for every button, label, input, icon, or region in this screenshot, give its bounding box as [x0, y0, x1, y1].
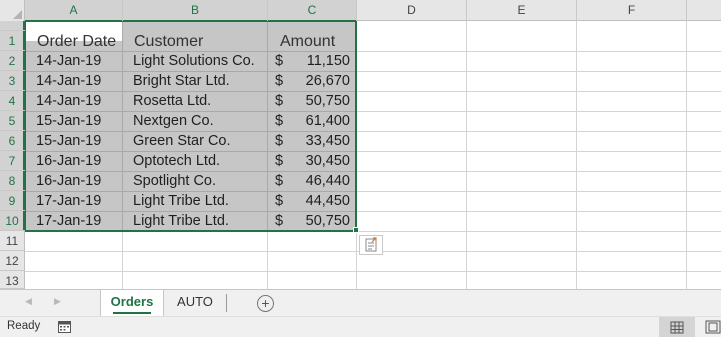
row-header-6[interactable]: 6: [0, 131, 25, 151]
fill-handle[interactable]: [353, 227, 359, 233]
sheet-tab-bar: ◀ ▶ Orders AUTO +: [0, 289, 721, 316]
normal-view-button[interactable]: [659, 317, 695, 337]
quick-analysis-icon: [365, 237, 377, 252]
column-header-d[interactable]: D: [357, 0, 467, 21]
status-ready-text: Ready: [7, 320, 41, 332]
macro-recording-icon[interactable]: [58, 321, 71, 333]
gridline: [686, 21, 687, 289]
row-header-10[interactable]: 10: [0, 211, 25, 231]
row-header-5[interactable]: 5: [0, 111, 25, 131]
gridline: [25, 271, 721, 272]
row-header-9[interactable]: 9: [0, 191, 25, 211]
row-header-8[interactable]: 8: [0, 171, 25, 191]
add-sheet-button[interactable]: +: [257, 295, 274, 312]
row-header-7[interactable]: 7: [0, 151, 25, 171]
plus-icon: +: [261, 295, 270, 311]
select-all-button[interactable]: [0, 0, 25, 21]
row-header-12[interactable]: 12: [0, 251, 25, 271]
scroll-left-icon[interactable]: ◀: [25, 296, 32, 307]
row-header-2[interactable]: 2: [0, 51, 25, 71]
select-all-triangle-icon: [13, 10, 22, 19]
scroll-right-icon[interactable]: ▶: [54, 296, 61, 307]
cell-grid[interactable]: Order Date Customer Amount 14-Jan-19 Lig…: [25, 21, 721, 289]
row-header-1-top: [0, 21, 25, 31]
row-header-4[interactable]: 4: [0, 91, 25, 111]
row-header-11[interactable]: 11: [0, 231, 25, 251]
row-header-3[interactable]: 3: [0, 71, 25, 91]
quick-analysis-button[interactable]: [359, 235, 383, 255]
selection-border: [25, 21, 357, 232]
column-header-c[interactable]: C: [268, 0, 357, 22]
status-bar: Ready: [0, 316, 721, 337]
column-header-a[interactable]: A: [25, 0, 123, 22]
row-header-1[interactable]: 1: [0, 31, 25, 51]
gridline: [576, 21, 577, 289]
normal-view-icon: [670, 321, 684, 334]
sheet-tab-auto[interactable]: AUTO: [166, 290, 224, 316]
column-header-bar: A B C D E F: [0, 0, 721, 22]
tab-separator: [226, 294, 227, 312]
column-header-e[interactable]: E: [467, 0, 577, 21]
column-header-f[interactable]: F: [577, 0, 687, 21]
sheet-tab-orders[interactable]: Orders: [100, 290, 164, 316]
gridline: [466, 21, 467, 289]
column-header-b[interactable]: B: [123, 0, 268, 22]
row-header-13[interactable]: 13: [0, 271, 25, 289]
page-layout-view-icon[interactable]: [705, 320, 721, 334]
